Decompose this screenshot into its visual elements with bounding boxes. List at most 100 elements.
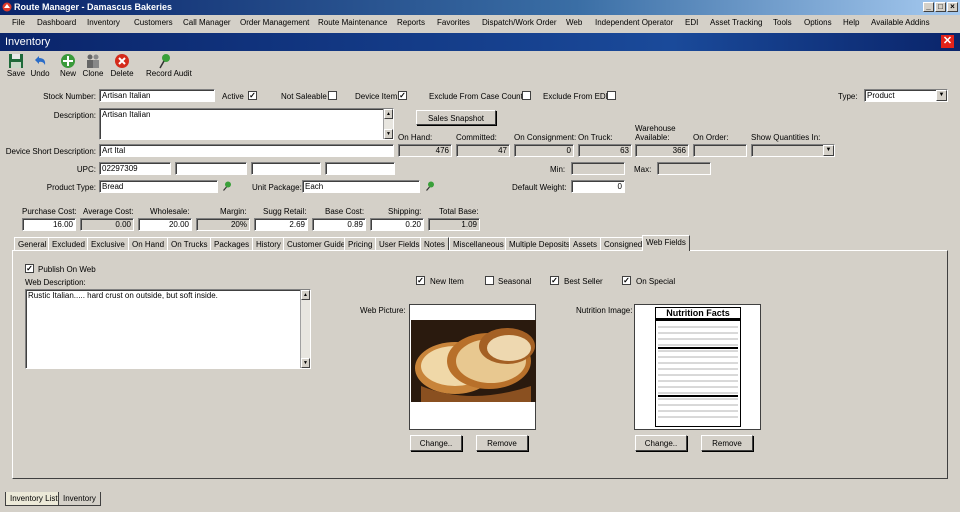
tab-inventory[interactable]: Inventory xyxy=(58,492,101,506)
form-close-icon[interactable]: ✕ xyxy=(941,35,954,48)
shipping-input[interactable]: 0.20 xyxy=(370,218,424,231)
tab-notes[interactable]: Notes xyxy=(420,237,449,250)
stock-number-input[interactable]: Artisan Italian xyxy=(99,89,215,102)
menu-favorites[interactable]: Favorites xyxy=(437,18,470,27)
new-item-checkbox[interactable]: ✓ xyxy=(416,276,425,285)
web-description-label: Web Description: xyxy=(25,278,86,287)
average-cost-label: Average Cost: xyxy=(83,207,134,216)
tab-on-hand[interactable]: On Hand xyxy=(128,237,169,250)
on-special-label: On Special xyxy=(636,277,676,286)
upc-input-2[interactable] xyxy=(175,162,247,175)
window-title-bar: Route Manager - Damascus Bakeries _ □ × xyxy=(0,0,960,15)
tab-on-trucks[interactable]: On Trucks xyxy=(167,237,212,250)
unit-package-input[interactable]: Each xyxy=(302,180,420,193)
menu-customers[interactable]: Customers xyxy=(134,18,173,27)
scroll-down-icon[interactable]: ▼ xyxy=(384,129,393,139)
base-cost-input[interactable]: 0.89 xyxy=(312,218,366,231)
minimize-button[interactable]: _ xyxy=(923,2,934,12)
tab-exclusive[interactable]: Exclusive xyxy=(87,237,129,250)
tab-consigned[interactable]: Consigned xyxy=(600,237,647,250)
product-type-input[interactable]: Bread xyxy=(99,180,218,193)
default-weight-input[interactable]: 0 xyxy=(571,180,625,193)
tab-user-fields[interactable]: User Fields xyxy=(375,237,424,250)
active-checkbox[interactable]: ✓ xyxy=(248,91,257,100)
type-dropdown[interactable]: Product ▼ xyxy=(864,89,948,102)
tab-web-fields[interactable]: Web Fields xyxy=(642,235,690,251)
record-audit-button[interactable]: Record Audit xyxy=(146,52,192,80)
change-web-picture-button[interactable]: Change.. xyxy=(410,435,462,451)
form-header: Inventory ✕ xyxy=(0,33,960,51)
wholesale-input[interactable]: 20.00 xyxy=(138,218,192,231)
remove-nutrition-image-button[interactable]: Remove xyxy=(701,435,753,451)
exclude-case-counts-checkbox[interactable] xyxy=(522,91,531,100)
upc-input-1[interactable]: 02297309 xyxy=(99,162,171,175)
seasonal-checkbox[interactable] xyxy=(485,276,494,285)
tab-pricing[interactable]: Pricing xyxy=(344,237,377,250)
tab-packages[interactable]: Packages xyxy=(210,237,254,250)
delete-button[interactable]: Delete xyxy=(109,52,135,80)
unit-package-lookup-pin-icon[interactable] xyxy=(425,181,435,191)
sugg-retail-label: Sugg Retail: xyxy=(263,207,307,216)
menu-asset-tracking[interactable]: Asset Tracking xyxy=(710,18,762,27)
unit-package-label: Unit Package: xyxy=(252,183,302,192)
tab-miscellaneous[interactable]: Miscellaneous xyxy=(449,237,508,250)
new-item-label: New Item xyxy=(430,277,464,286)
maximize-button[interactable]: □ xyxy=(935,2,946,12)
purchase-cost-input[interactable]: 16.00 xyxy=(22,218,76,231)
average-cost-value: 0.00 xyxy=(80,218,134,231)
publish-on-web-checkbox[interactable]: ✓ xyxy=(25,264,34,273)
menu-dashboard[interactable]: Dashboard xyxy=(37,18,76,27)
tab-history[interactable]: History xyxy=(252,237,285,250)
not-saleable-checkbox[interactable] xyxy=(328,91,337,100)
menu-tools[interactable]: Tools xyxy=(773,18,792,27)
upc-input-4[interactable] xyxy=(325,162,395,175)
best-seller-checkbox[interactable]: ✓ xyxy=(550,276,559,285)
menu-independent-operator[interactable]: Independent Operator xyxy=(595,18,673,27)
tab-multiple-deposits[interactable]: Multiple Deposits xyxy=(505,237,574,250)
menu-call-manager[interactable]: Call Manager xyxy=(183,18,231,27)
scroll-down-icon[interactable]: ▼ xyxy=(301,358,310,368)
menu-file[interactable]: File xyxy=(12,18,25,27)
device-short-description-input[interactable]: Art Ital xyxy=(99,144,394,157)
chevron-down-icon[interactable]: ▼ xyxy=(936,90,947,101)
web-description-scrollbar[interactable]: ▲ ▼ xyxy=(300,290,310,368)
menu-dispatch-work-order[interactable]: Dispatch/Work Order xyxy=(482,18,557,27)
menu-options[interactable]: Options xyxy=(804,18,832,27)
tab-assets[interactable]: Assets xyxy=(569,237,602,250)
menu-web[interactable]: Web xyxy=(566,18,582,27)
menu-reports[interactable]: Reports xyxy=(397,18,425,27)
device-short-description-label: Device Short Description: xyxy=(5,147,96,156)
show-quantities-dropdown[interactable]: ▼ xyxy=(751,144,835,157)
sugg-retail-input[interactable]: 2.69 xyxy=(254,218,308,231)
tab-general[interactable]: General xyxy=(14,237,51,250)
web-description-textarea[interactable]: Rustic Italian..... hard crust on outsid… xyxy=(25,289,311,369)
scroll-up-icon[interactable]: ▲ xyxy=(301,290,310,300)
change-nutrition-image-button[interactable]: Change.. xyxy=(635,435,687,451)
description-textarea[interactable]: Artisan Italian ▲ ▼ xyxy=(99,108,394,140)
device-item-checkbox[interactable]: ✓ xyxy=(398,91,407,100)
menu-order-management[interactable]: Order Management xyxy=(240,18,309,27)
close-button[interactable]: × xyxy=(947,2,958,12)
web-description-text: Rustic Italian..... hard crust on outsid… xyxy=(28,291,218,300)
menu-inventory[interactable]: Inventory xyxy=(87,18,120,27)
exclude-edi-checkbox[interactable] xyxy=(607,91,616,100)
chevron-down-icon[interactable]: ▼ xyxy=(823,145,834,156)
tab-excluded[interactable]: Excluded xyxy=(48,237,89,250)
tab-customer-guide[interactable]: Customer Guide xyxy=(283,237,350,250)
sales-snapshot-button[interactable]: Sales Snapshot xyxy=(416,110,496,125)
bread-image xyxy=(411,320,536,402)
tab-inventory-list[interactable]: Inventory List xyxy=(5,492,63,506)
menu-help[interactable]: Help xyxy=(843,18,859,27)
upc-input-3[interactable] xyxy=(251,162,321,175)
menu-edi[interactable]: EDI xyxy=(685,18,698,27)
on-special-checkbox[interactable]: ✓ xyxy=(622,276,631,285)
base-cost-label: Base Cost: xyxy=(325,207,365,216)
scroll-up-icon[interactable]: ▲ xyxy=(384,109,393,119)
menu-available-addins[interactable]: Available Addins xyxy=(871,18,930,27)
best-seller-label: Best Seller xyxy=(564,277,603,286)
on-consignment-label: On Consignment: xyxy=(514,133,577,142)
menu-route-maintenance[interactable]: Route Maintenance xyxy=(318,18,387,27)
remove-web-picture-button[interactable]: Remove xyxy=(476,435,528,451)
product-type-lookup-pin-icon[interactable] xyxy=(222,181,232,191)
description-scrollbar[interactable]: ▲ ▼ xyxy=(383,109,393,139)
